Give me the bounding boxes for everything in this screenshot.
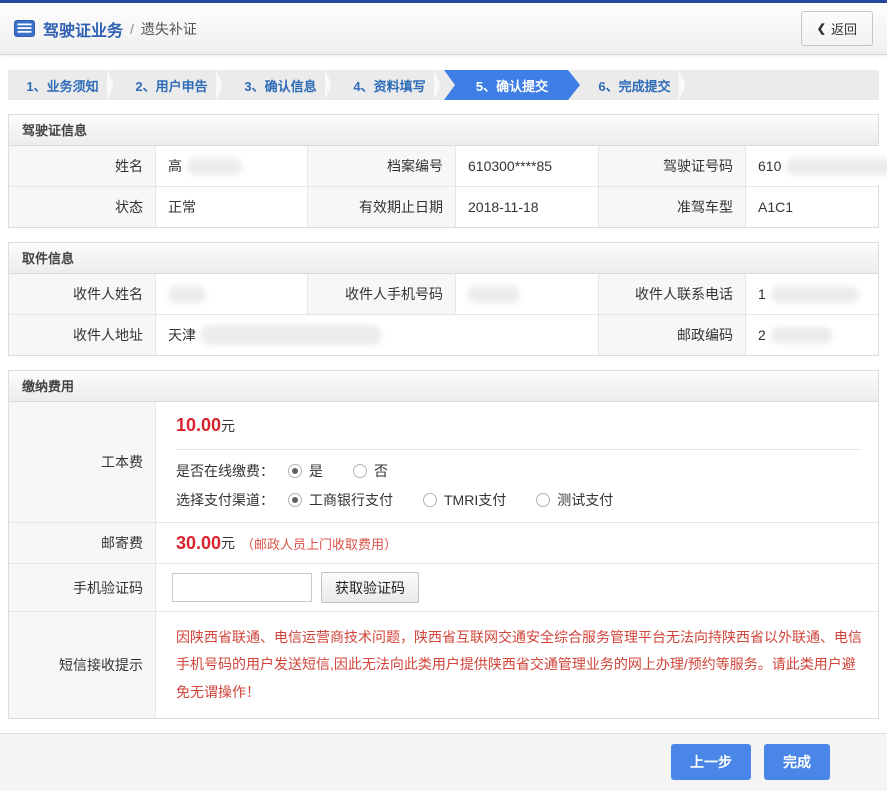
back-button-label: 返回 [831, 19, 857, 38]
license-number-value: 610 [746, 146, 887, 186]
step-1-business-notice[interactable]: 1、业务须知 [8, 70, 117, 100]
postage-fee-label: 邮寄费 [9, 523, 156, 563]
license-number-label: 驾驶证号码 [599, 146, 746, 186]
license-info-section: 驾驶证信息 姓名 高 档案编号 610300****85 驾驶证号码 610 状… [8, 114, 879, 228]
channel-tmri-label: TMRI支付 [444, 490, 506, 510]
previous-step-button[interactable]: 上一步 [671, 744, 751, 780]
fees-section-title: 缴纳费用 [9, 371, 878, 402]
postcode-value: 2 [746, 315, 878, 355]
channel-icbc-label: 工商银行支付 [309, 490, 393, 510]
step-4-fill-data[interactable]: 4、资料填写 [335, 70, 444, 100]
divider [176, 449, 862, 450]
step-bar-filler [689, 70, 879, 100]
table-row: 收件人地址 天津 邮政编码 2 [9, 314, 878, 355]
license-section-title: 驾驶证信息 [9, 115, 878, 146]
fees-section: 缴纳费用 工本费 10.00元 是否在线缴费： 是 否 选择支付渠道： [8, 370, 879, 719]
vehicle-class-label: 准驾车型 [599, 187, 746, 227]
expiry-label: 有效期止日期 [308, 187, 456, 227]
page-header: 驾驶证业务 / 遗失补证 ❮ 返回 [0, 3, 887, 55]
captcha-input[interactable] [172, 573, 312, 602]
redacted-value [201, 325, 381, 345]
pay-channel-choice: 选择支付渠道： 工商银行支付 TMRI支付 测试支付 [176, 490, 862, 510]
name-label: 姓名 [9, 146, 156, 186]
recipient-address-value: 天津 [156, 315, 599, 355]
production-fee-amount-line: 10.00元 [176, 415, 862, 436]
table-row: 状态 正常 有效期止日期 2018-11-18 准驾车型 A1C1 [9, 186, 878, 227]
finish-button[interactable]: 完成 [764, 744, 830, 780]
postage-fee-row: 邮寄费 30.00元 （邮政人员上门收取费用） [9, 522, 878, 563]
redacted-value [468, 286, 520, 303]
pay-channel-label: 选择支付渠道： [176, 490, 274, 510]
redacted-value [771, 327, 833, 344]
postage-fee-unit: 元 [221, 533, 235, 553]
radio-checked-icon[interactable] [288, 464, 302, 478]
table-row: 姓名 高 档案编号 610300****85 驾驶证号码 610 [9, 146, 878, 186]
postage-fee-amount: 30.00 [176, 533, 221, 554]
production-fee-row: 工本费 10.00元 是否在线缴费： 是 否 选择支付渠道： [9, 402, 878, 522]
breadcrumb-divider: / [130, 21, 134, 37]
online-pay-yes-option[interactable]: 是 [288, 461, 323, 481]
redacted-value [786, 158, 887, 175]
table-row: 收件人姓名 收件人手机号码 收件人联系电话 1 [9, 274, 878, 314]
redacted-value [187, 158, 242, 175]
online-pay-no-label: 否 [374, 461, 388, 481]
chevron-left-icon: ❮ [817, 22, 826, 35]
status-label: 状态 [9, 187, 156, 227]
postcode-label: 邮政编码 [599, 315, 746, 355]
sms-notice-text: 因陕西省联通、电信运营商技术问题，陕西省互联网交通安全综合服务管理平台无法向持陕… [156, 612, 878, 718]
captcha-label: 手机验证码 [9, 564, 156, 611]
online-pay-yes-label: 是 [309, 461, 323, 481]
get-captcha-button[interactable]: 获取验证码 [321, 572, 419, 603]
production-fee-amount: 10.00 [176, 415, 221, 435]
step-progress-bar: 1、业务须知 2、用户申告 3、确认信息 4、资料填写 5、确认提交 6、完成提… [8, 70, 879, 100]
channel-tmri-option[interactable]: TMRI支付 [423, 490, 506, 510]
online-pay-choice: 是否在线缴费： 是 否 [176, 461, 862, 481]
captcha-row: 手机验证码 获取验证码 [9, 563, 878, 611]
step-3-confirm-info[interactable]: 3、确认信息 [226, 70, 335, 100]
radio-unchecked-icon[interactable] [353, 464, 367, 478]
file-number-value: 610300****85 [456, 146, 599, 186]
recipient-mobile-value [456, 274, 599, 314]
channel-icbc-option[interactable]: 工商银行支付 [288, 490, 393, 510]
recipient-name-value [156, 274, 308, 314]
name-value: 高 [156, 146, 308, 186]
step-6-complete-submit[interactable]: 6、完成提交 [580, 70, 689, 100]
step-2-user-declaration[interactable]: 2、用户申告 [117, 70, 226, 100]
footer-action-bar: 上一步 完成 [0, 733, 887, 791]
step-5-confirm-submit-active[interactable]: 5、确认提交 [444, 70, 580, 100]
postage-fee-content: 30.00元 （邮政人员上门收取费用） [156, 523, 878, 563]
recipient-phone-label: 收件人联系电话 [599, 274, 746, 314]
captcha-content: 获取验证码 [156, 564, 878, 611]
page-title: 驾驶证业务 [43, 17, 123, 41]
recipient-address-label: 收件人地址 [9, 315, 156, 355]
file-number-label: 档案编号 [308, 146, 456, 186]
status-value: 正常 [156, 187, 308, 227]
back-button[interactable]: ❮ 返回 [801, 11, 873, 46]
redacted-value [168, 286, 206, 303]
online-pay-label: 是否在线缴费： [176, 461, 274, 481]
recipient-mobile-label: 收件人手机号码 [308, 274, 456, 314]
sms-notice-label: 短信接收提示 [9, 612, 156, 718]
breadcrumb-current: 遗失补证 [141, 19, 197, 39]
redacted-value [771, 286, 859, 303]
online-pay-no-option[interactable]: 否 [353, 461, 388, 481]
radio-unchecked-icon[interactable] [423, 493, 437, 507]
radio-checked-icon[interactable] [288, 493, 302, 507]
license-service-icon [14, 20, 35, 37]
channel-test-option[interactable]: 测试支付 [536, 490, 613, 510]
channel-test-label: 测试支付 [557, 490, 613, 510]
pickup-info-section: 取件信息 收件人姓名 收件人手机号码 收件人联系电话 1 收件人地址 天津 邮政… [8, 242, 879, 356]
recipient-name-label: 收件人姓名 [9, 274, 156, 314]
vehicle-class-value: A1C1 [746, 187, 878, 227]
production-fee-label: 工本费 [9, 402, 156, 522]
radio-unchecked-icon[interactable] [536, 493, 550, 507]
postage-fee-note: （邮政人员上门收取费用） [241, 534, 397, 553]
pickup-section-title: 取件信息 [9, 243, 878, 274]
sms-notice-row: 短信接收提示 因陕西省联通、电信运营商技术问题，陕西省互联网交通安全综合服务管理… [9, 611, 878, 718]
expiry-value: 2018-11-18 [456, 187, 599, 227]
production-fee-content: 10.00元 是否在线缴费： 是 否 选择支付渠道： 工商银行支付 [156, 402, 878, 522]
recipient-phone-value: 1 [746, 274, 878, 314]
production-fee-unit: 元 [221, 418, 235, 434]
